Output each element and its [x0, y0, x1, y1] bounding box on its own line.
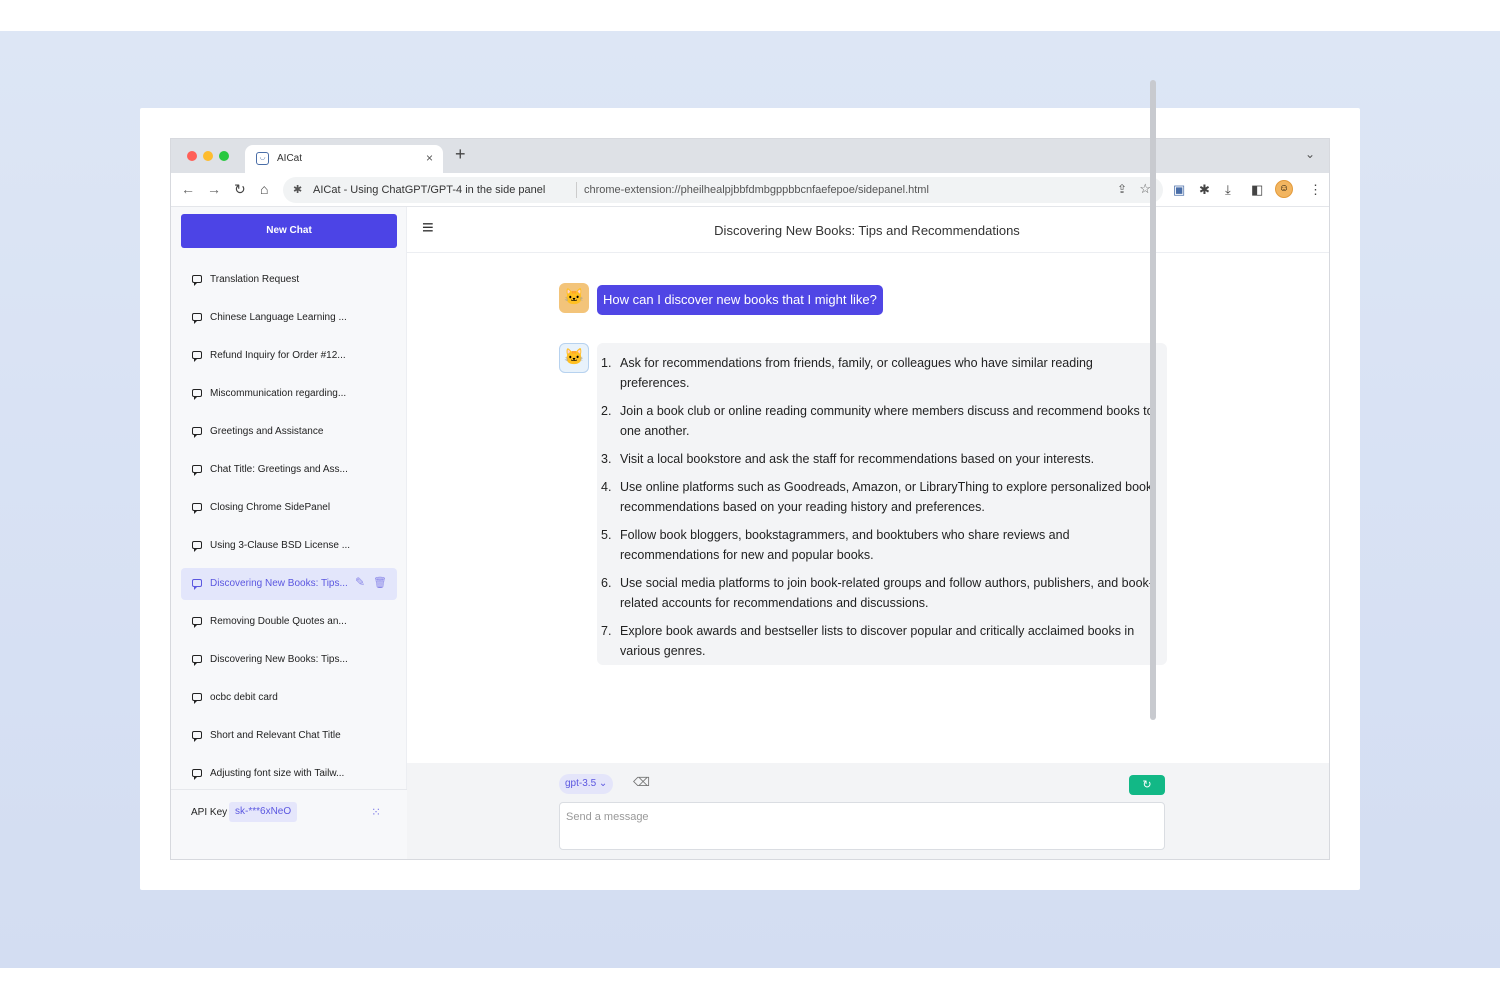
chat-history-label: Closing Chrome SidePanel — [210, 502, 331, 513]
chat-history-label: Translation Request — [210, 274, 300, 285]
site-name: AICat - Using ChatGPT/GPT-4 in the side … — [313, 184, 546, 196]
chat-history-label: Discovering New Books: Tips... — [210, 654, 348, 665]
back-icon[interactable]: ← — [181, 181, 195, 197]
list-item: 3. Visit a local bookstore and ask the st… — [601, 452, 1095, 466]
chat-history-label: Adjusting font size with Tailw... — [210, 768, 345, 779]
chat-history-item[interactable]: Chat Title: Greetings and Ass... — [181, 454, 397, 486]
puzzle-icon: ✱ — [293, 184, 303, 196]
chat-history-item[interactable]: Greetings and Assistance — [181, 416, 397, 448]
assistant-avatar: 🐱 — [559, 343, 589, 373]
user-message: How can I discover new books that I migh… — [597, 285, 883, 315]
chat-history-label: ocbc debit card — [210, 692, 278, 703]
send-button[interactable]: ↻ — [1129, 775, 1165, 795]
chat-history-label: Chinese Language Learning ... — [210, 312, 347, 323]
chat-history-item[interactable]: Translation Request — [181, 264, 397, 296]
chat-bubble-icon — [192, 465, 202, 476]
list-item: 2. Join a book club or online reading com… — [601, 404, 1154, 438]
chat-main: ≡ Discovering New Books: Tips and Recomm… — [407, 207, 1329, 859]
list-item: 6. Use social media platforms to join boo… — [601, 576, 1153, 610]
chat-history-label: Short and Relevant Chat Title — [210, 730, 341, 741]
message-composer: gpt-3.5 ⌄ ⌫ ↻ — [407, 763, 1329, 859]
address-separator — [576, 182, 577, 198]
side-panel-icon[interactable]: ◧ — [1251, 182, 1263, 198]
list-item: 5. Follow book bloggers, bookstagrammers,… — [601, 528, 1070, 562]
chat-header: ≡ Discovering New Books: Tips and Recomm… — [407, 207, 1329, 253]
chat-bubble-icon — [192, 313, 202, 324]
new-tab-button[interactable]: + — [455, 144, 466, 165]
qr-code-icon[interactable]: ⁙ — [371, 805, 381, 819]
aicat-extension-icon[interactable]: ▣ — [1173, 182, 1185, 198]
browser-tab[interactable]: ◡ AICat × — [245, 145, 443, 173]
chat-history-item[interactable]: ocbc debit card — [181, 682, 397, 714]
chat-history-item[interactable]: Refund Inquiry for Order #12... — [181, 340, 397, 372]
page-scrollbar[interactable] — [1150, 80, 1156, 720]
chat-history-label: Using 3-Clause BSD License ... — [210, 540, 351, 551]
api-key-value[interactable]: sk-***6xNeO — [229, 802, 298, 822]
assistant-message: 1. Ask for recommendations from friends, … — [597, 343, 1167, 665]
address-bar[interactable]: ✱ AICat - Using ChatGPT/GPT-4 in the sid… — [283, 177, 1163, 203]
chat-history-item[interactable]: Adjusting font size with Tailw... — [181, 758, 397, 790]
chat-sidebar: New Chat Translation Request Chinese Lan… — [171, 207, 407, 859]
forward-icon[interactable]: → — [207, 181, 221, 197]
home-icon[interactable]: ⌂ — [260, 181, 268, 197]
cat-icon: ◡ — [256, 152, 269, 165]
url-text: chrome-extension://pheilhealpjbbfdmbgppb… — [584, 184, 929, 196]
list-item: 1. Ask for recommendations from friends, … — [601, 356, 1093, 390]
share-icon[interactable]: ⇪ — [1117, 182, 1127, 196]
clear-broom-icon[interactable]: ⌫ — [633, 775, 650, 789]
refresh-icon: ↻ — [1142, 779, 1152, 791]
reload-icon[interactable]: ↻ — [234, 181, 246, 198]
more-menu-icon[interactable]: ⋮ — [1309, 182, 1322, 198]
chat-history-label: Greetings and Assistance — [210, 426, 324, 437]
chat-bubble-icon — [192, 503, 202, 514]
chat-history-item[interactable]: Discovering New Books: Tips... — [181, 644, 397, 676]
tab-title: AICat — [277, 153, 303, 164]
close-window-dot[interactable] — [187, 151, 197, 161]
list-item: 4. Use online platforms such as Goodreads… — [601, 480, 1153, 514]
close-tab-icon[interactable]: × — [426, 151, 433, 165]
chat-history-item[interactable]: Short and Relevant Chat Title — [181, 720, 397, 752]
chat-history-label: Refund Inquiry for Order #12... — [210, 350, 346, 361]
chat-history-item[interactable]: Closing Chrome SidePanel — [181, 492, 397, 524]
user-avatar: 🐱 — [559, 283, 589, 313]
chat-bubble-icon — [192, 731, 202, 742]
chat-history-label: Chat Title: Greetings and Ass... — [210, 464, 348, 475]
new-chat-button[interactable]: New Chat — [181, 214, 397, 248]
recommendation-list: 1. Ask for recommendations from friends, … — [601, 353, 1161, 661]
chat-history-item-active[interactable]: Discovering New Books: Tips... ✎ 🗑 — [181, 568, 397, 600]
chat-bubble-icon — [192, 427, 202, 438]
chat-title: Discovering New Books: Tips and Recommen… — [714, 223, 1020, 238]
browser-window: ◡ AICat × + ⌄ ← → ↻ ⌂ ✱ AICat - Using Ch… — [170, 138, 1330, 860]
chat-bubble-icon — [192, 693, 202, 704]
trash-icon[interactable]: 🗑 — [373, 576, 387, 589]
chat-history-label: Miscommunication regarding... — [210, 388, 347, 399]
profile-avatar[interactable]: ☺ — [1275, 180, 1293, 198]
list-item: 7. Explore book awards and bestseller lis… — [601, 624, 1135, 658]
message-input[interactable] — [559, 802, 1165, 850]
chat-history-item[interactable]: Removing Double Quotes an... — [181, 606, 397, 638]
minimize-window-dot[interactable] — [203, 151, 213, 161]
chat-bubble-icon — [192, 617, 202, 628]
chat-bubble-icon — [192, 769, 202, 780]
chat-history-item[interactable]: Using 3-Clause BSD License ... — [181, 530, 397, 562]
chevron-down-icon[interactable]: ⌄ — [1305, 147, 1315, 161]
chat-bubble-icon — [192, 351, 202, 362]
chat-bubble-icon — [192, 579, 202, 590]
chat-bubble-icon — [192, 389, 202, 400]
chat-history-label: Removing Double Quotes an... — [210, 616, 347, 627]
extensions-icon[interactable]: ✱ — [1199, 182, 1210, 198]
chat-bubble-icon — [192, 541, 202, 552]
chat-history-item[interactable]: Miscommunication regarding... — [181, 378, 397, 410]
maximize-window-dot[interactable] — [219, 151, 229, 161]
edit-icon[interactable]: ✎ — [355, 575, 365, 589]
model-selector[interactable]: gpt-3.5 ⌄ — [559, 774, 614, 794]
chat-bubble-icon — [192, 275, 202, 286]
api-key-bar: API Key sk-***6xNeO ⁙ — [171, 789, 407, 859]
chat-history-label: Discovering New Books: Tips... — [210, 578, 348, 589]
api-key-label: API Key — [191, 807, 228, 818]
chat-history-item[interactable]: Chinese Language Learning ... — [181, 302, 397, 334]
download-icon[interactable]: ⤓ — [1225, 182, 1231, 198]
chat-bubble-icon — [192, 655, 202, 666]
